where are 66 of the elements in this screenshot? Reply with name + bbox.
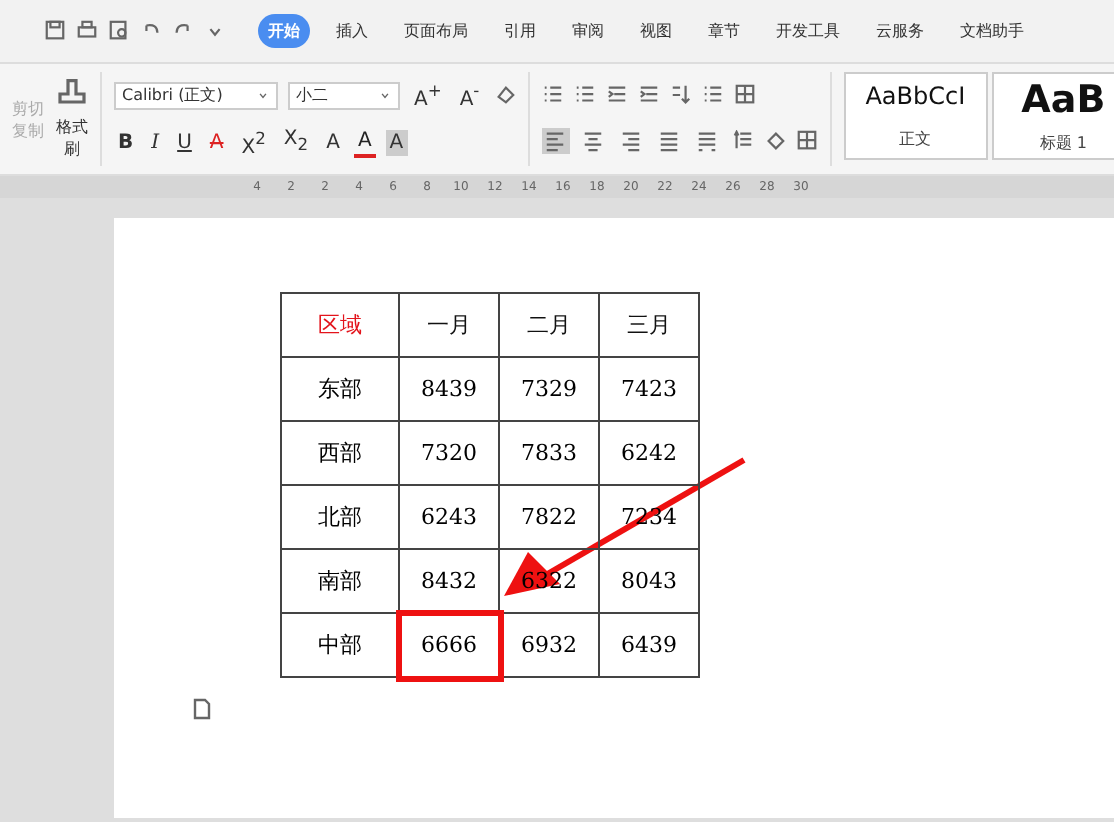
table-cell: 6439 xyxy=(599,613,699,677)
print-preview-icon[interactable] xyxy=(108,20,130,42)
underline-button[interactable]: U xyxy=(173,129,196,156)
subscript-button[interactable]: X$_{2}$ xyxy=(279,126,313,159)
caret-icon xyxy=(256,88,270,103)
style-preset[interactable]: AaB 标题 1 xyxy=(991,72,1114,160)
eraser-icon[interactable] xyxy=(493,84,516,107)
table-cell: 7833 xyxy=(499,421,599,485)
strikethrough-button[interactable]: A xyxy=(205,129,228,156)
table-header-cell: 二月 xyxy=(499,293,599,357)
character-shading-button[interactable]: A xyxy=(385,129,408,156)
ribbon-tab[interactable]: 开发工具 xyxy=(766,14,850,48)
line-spacing-icon[interactable] xyxy=(731,130,754,153)
font-name: Calibri (正文) xyxy=(122,84,223,107)
ribbon-tab[interactable]: 章节 xyxy=(698,14,750,48)
style-preset[interactable]: AaBbCcI 正文 xyxy=(843,72,988,160)
table-cell: 西部 xyxy=(281,421,399,485)
grow-font-button[interactable]: A$^{+}$ xyxy=(410,78,446,113)
table-header-cell: 区域 xyxy=(281,293,399,357)
text-effects-button[interactable]: A xyxy=(322,129,344,156)
table-cell: 8439 xyxy=(399,357,499,421)
table-cell: 南部 xyxy=(281,549,399,613)
numbered-list-icon[interactable] xyxy=(573,83,596,106)
font-color-button[interactable]: A xyxy=(353,127,376,158)
superscript-button[interactable]: X$^{2}$ xyxy=(237,125,270,160)
table-cell: 中部 xyxy=(281,613,399,677)
ribbon-tab[interactable]: 插入 xyxy=(326,14,378,48)
table-cell: 7423 xyxy=(599,357,699,421)
font-size: 小二 xyxy=(296,84,328,107)
brush-icon xyxy=(56,78,88,110)
decrease-indent-icon[interactable] xyxy=(605,83,628,106)
table-cell: 6932 xyxy=(499,613,599,677)
table-cell: 7329 xyxy=(499,357,599,421)
table-cell: 东部 xyxy=(281,357,399,421)
border-icon[interactable] xyxy=(733,83,756,106)
table-cell: 7320 xyxy=(399,421,499,485)
table-header-cell: 一月 xyxy=(399,293,499,357)
print-icon[interactable] xyxy=(76,20,98,42)
ribbon-tab[interactable]: 页面布局 xyxy=(394,14,478,48)
shrink-font-button[interactable]: A$^{-}$ xyxy=(455,78,484,113)
table-cell: 6666 xyxy=(399,613,499,677)
font-size-dropdown[interactable]: 小二 xyxy=(288,81,400,110)
bold-button[interactable]: B xyxy=(114,129,138,156)
border-icon[interactable] xyxy=(795,130,818,153)
ribbon-tab[interactable]: 引用 xyxy=(494,14,546,48)
ribbon-tab[interactable]: 视图 xyxy=(630,14,682,48)
table-cell: 8043 xyxy=(599,549,699,613)
bullet-list-icon[interactable] xyxy=(541,83,564,106)
table-cell: 北部 xyxy=(281,485,399,549)
table-cell: 7822 xyxy=(499,485,599,549)
ribbon-tab[interactable]: 文档助手 xyxy=(950,14,1034,48)
font-name-dropdown[interactable]: Calibri (正文) xyxy=(114,81,278,110)
align-left-button[interactable] xyxy=(541,128,570,155)
paste-options-icon[interactable] xyxy=(190,698,214,722)
format-painter-button[interactable]: 格式刷 xyxy=(56,78,88,160)
save-icon[interactable] xyxy=(44,20,66,42)
line-spacing-icon[interactable] xyxy=(701,83,724,106)
table-cell: 6242 xyxy=(599,421,699,485)
italic-button[interactable]: I xyxy=(147,129,164,156)
caret-icon xyxy=(378,88,392,103)
increase-indent-icon[interactable] xyxy=(637,83,660,106)
table-cell: 6243 xyxy=(399,485,499,549)
ribbon-tab[interactable]: 云服务 xyxy=(866,14,934,48)
sort-icon[interactable] xyxy=(669,83,692,106)
table-header-cell: 三月 xyxy=(599,293,699,357)
ribbon-tab[interactable]: 审阅 xyxy=(562,14,614,48)
